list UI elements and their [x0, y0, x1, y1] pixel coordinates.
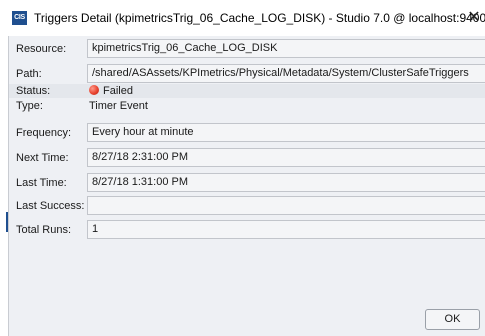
red-status-dot-icon: [89, 85, 99, 95]
left-edge: [0, 36, 8, 336]
path-label: Path:: [16, 68, 42, 80]
path-field[interactable]: /shared/ASAssets/KPImetrics/Physical/Met…: [87, 64, 485, 83]
next-time-label: Next Time:: [16, 152, 69, 164]
frequency-label: Frequency:: [16, 127, 72, 139]
last-success-label: Last Success:: [16, 200, 85, 212]
details-panel: Resource: kpimetricsTrig_06_Cache_LOG_DI…: [8, 36, 485, 336]
resource-field[interactable]: kpimetricsTrig_06_Cache_LOG_DISK: [87, 39, 485, 58]
frequency-field[interactable]: Every hour at minute: [87, 123, 485, 142]
total-runs-field[interactable]: 1: [87, 220, 485, 239]
next-time-field[interactable]: 8/27/18 2:31:00 PM: [87, 148, 485, 167]
last-time-field[interactable]: 8/27/18 1:31:00 PM: [87, 173, 485, 192]
close-icon[interactable]: ✕: [463, 4, 485, 32]
status-value: Failed: [89, 85, 133, 97]
app-logo-icon: CIS: [12, 11, 27, 25]
type-label: Type:: [16, 100, 43, 112]
status-text: Failed: [103, 85, 133, 97]
last-time-label: Last Time:: [16, 177, 67, 189]
last-success-field[interactable]: [87, 196, 485, 215]
resource-label: Resource:: [16, 43, 67, 55]
total-runs-label: Total Runs:: [16, 224, 72, 236]
status-label: Status:: [16, 85, 51, 97]
status-row: Status: Failed: [9, 84, 485, 98]
title-bar: CIS Triggers Detail (kpimetricsTrig_06_C…: [0, 0, 485, 36]
type-value: Timer Event: [89, 100, 148, 112]
window-title: Triggers Detail (kpimetricsTrig_06_Cache…: [34, 11, 485, 25]
ok-button[interactable]: OK: [425, 309, 480, 330]
